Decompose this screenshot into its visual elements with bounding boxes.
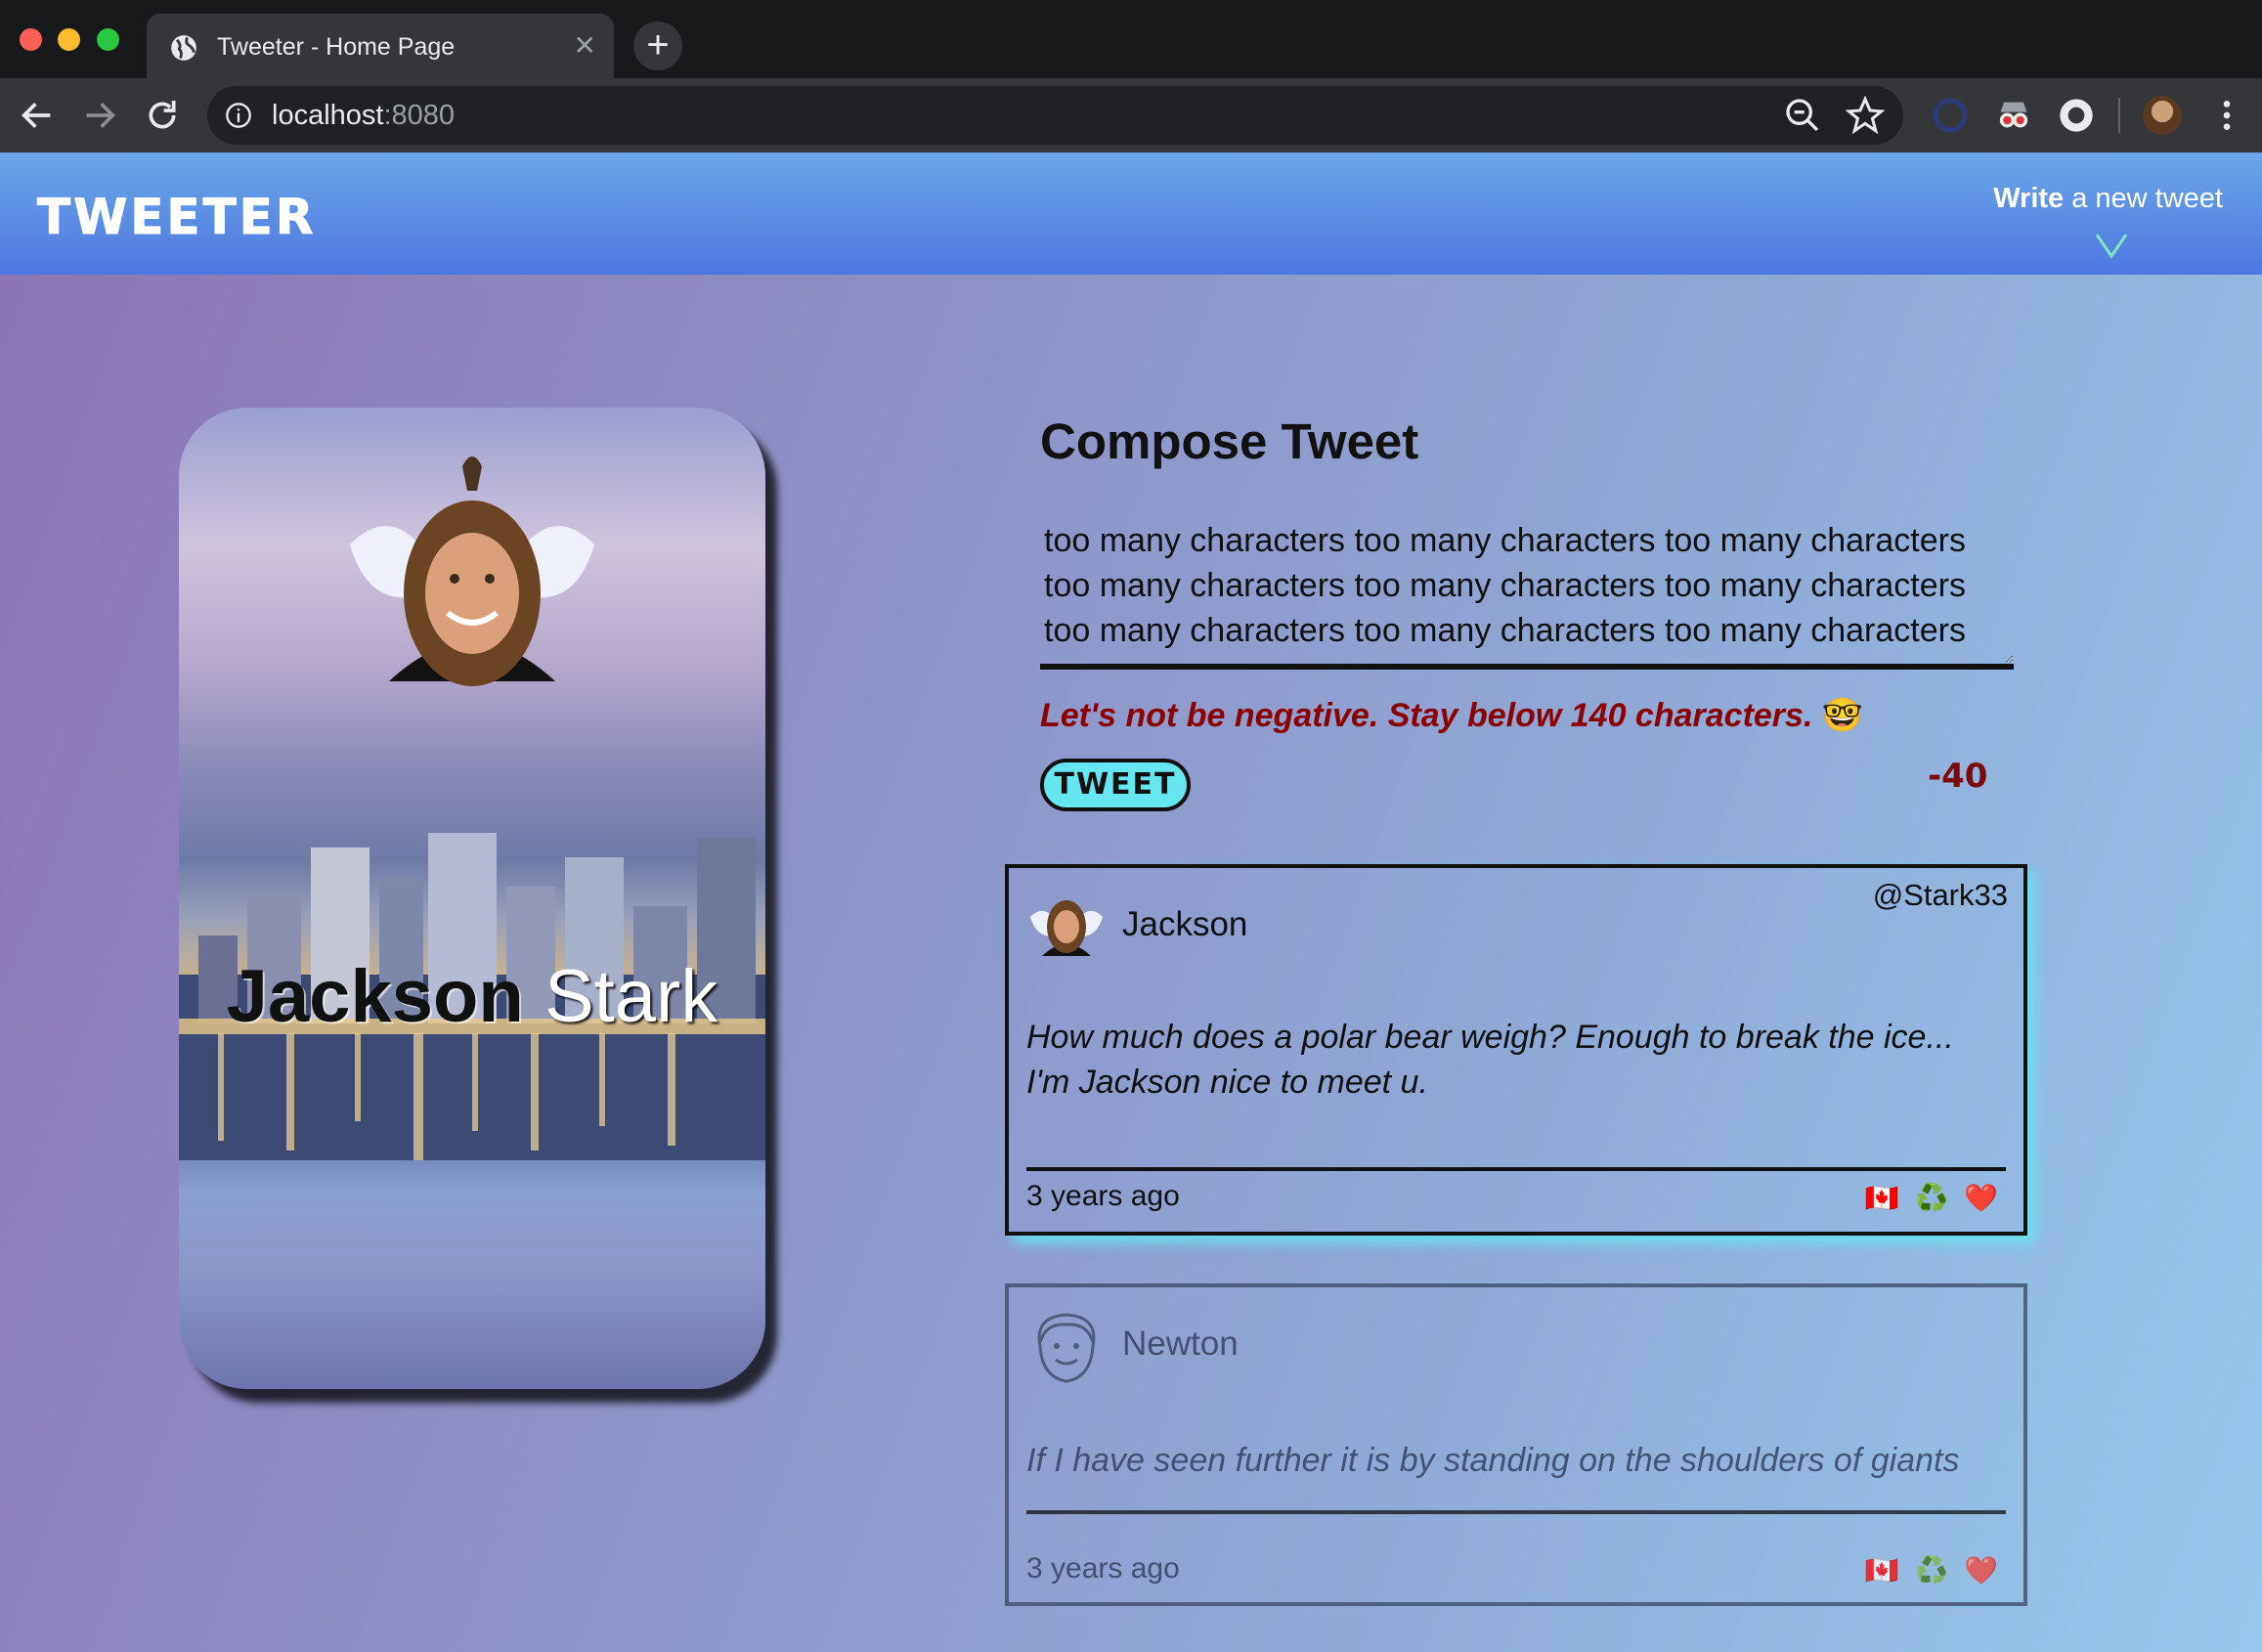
url-text: localhost:8080 (272, 100, 456, 131)
reload-icon[interactable] (143, 96, 182, 135)
tweet-textarea[interactable]: too many characters too many characters … (1040, 518, 2014, 670)
tweet-body: If I have seen further it is by standing… (1026, 1442, 1960, 1479)
like-heart-icon[interactable]: ❤️ (1964, 1183, 1998, 1213)
profile-first-name: Jackson (226, 955, 524, 1038)
write-rest-label: a new tweet (2064, 183, 2223, 214)
toolbar-divider (2118, 98, 2120, 133)
tweet-actions: 🇨🇦 ♻️ ❤️ (1857, 1181, 1998, 1216)
tweet-card: Jackson @Stark33 How much does a polar b… (1005, 864, 2027, 1236)
menu-dots-icon[interactable] (2207, 96, 2246, 135)
flag-icon[interactable]: 🇨🇦 (1865, 1555, 1899, 1586)
tweet-button[interactable]: TWEET (1040, 759, 1191, 811)
error-message: Let's not be negative. Stay below 140 ch… (1040, 696, 1863, 735)
browser-tab-bar: Tweeter - Home Page ✕ + (0, 0, 2262, 78)
tab-title: Tweeter - Home Page (217, 33, 456, 61)
error-text: Let's not be negative. Stay below 140 ch… (1040, 697, 1813, 734)
like-heart-icon[interactable]: ❤️ (1964, 1555, 1998, 1586)
tweet-timestamp: 3 years ago (1026, 1552, 1180, 1585)
profile-avatar[interactable] (2143, 96, 2182, 135)
tab-close-icon[interactable]: ✕ (574, 31, 596, 61)
browser-toolbar: localhost:8080 (0, 78, 2262, 152)
bookmark-star-icon[interactable] (1846, 96, 1885, 135)
browser-tab[interactable]: Tweeter - Home Page ✕ (147, 14, 614, 78)
tweet-avatar (1030, 900, 1103, 956)
tweet-avatar (1037, 1313, 1096, 1383)
info-icon[interactable] (225, 102, 252, 129)
chevron-down-icon[interactable] (2095, 233, 2128, 258)
extension-spy-icon[interactable] (1994, 96, 2033, 135)
zoom-out-icon[interactable] (1783, 96, 1822, 135)
tweet-divider (1026, 1510, 2006, 1514)
write-new-tweet-link[interactable]: Write a new tweet (1993, 182, 2223, 215)
tweet-author-handle: @Stark33 (1872, 878, 2008, 912)
close-window-button[interactable] (20, 28, 42, 51)
nerd-face-icon: 🤓 (1821, 697, 1864, 734)
top-nav: TWEETER Write a new tweet (0, 152, 2262, 275)
forward-icon[interactable] (80, 96, 119, 135)
tweet-actions: 🇨🇦 ♻️ ❤️ (1857, 1553, 1998, 1588)
tweet-timestamp: 3 years ago (1026, 1180, 1180, 1212)
character-counter: -40 (1928, 757, 1988, 796)
profile-card: Jackson Stark (179, 408, 765, 1389)
write-bold-label: Write (1993, 183, 2065, 214)
tweet-author-name: Jackson (1122, 905, 1248, 943)
profile-last-name: Stark (544, 955, 718, 1038)
minimize-window-button[interactable] (58, 28, 80, 51)
retweet-icon[interactable]: ♻️ (1914, 1555, 1948, 1586)
tweet-body: How much does a polar bear weigh? Enough… (1026, 1019, 1954, 1101)
maximize-window-button[interactable] (97, 28, 119, 51)
brand-logo[interactable]: TWEETER (36, 192, 316, 243)
profile-name: Jackson Stark (179, 953, 765, 1041)
tweet-author-name: Newton (1122, 1325, 1239, 1363)
compose-title: Compose Tweet (1040, 413, 1419, 469)
back-icon[interactable] (18, 96, 57, 135)
profile-avatar-image (350, 456, 594, 686)
flag-icon[interactable]: 🇨🇦 (1865, 1183, 1899, 1213)
page: TWEETER Write a new tweet Jackson Stark … (0, 152, 2262, 1652)
globe-icon (171, 35, 196, 61)
extension-ring-icon[interactable] (2057, 96, 2096, 135)
retweet-icon[interactable]: ♻️ (1914, 1183, 1948, 1213)
tweet-divider (1026, 1167, 2006, 1171)
extension-circle-icon[interactable] (1931, 96, 1970, 135)
tweet-card: Newton If I have seen further it is by s… (1005, 1283, 2027, 1606)
address-bar[interactable]: localhost:8080 (207, 86, 1903, 145)
new-tab-button[interactable]: + (633, 22, 682, 70)
